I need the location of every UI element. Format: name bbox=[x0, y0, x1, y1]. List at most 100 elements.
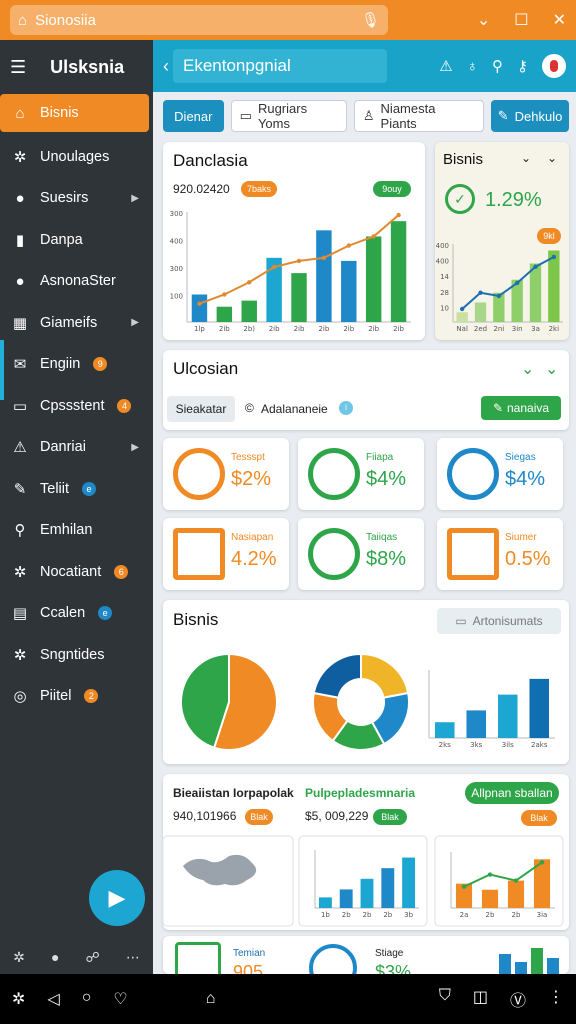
close-icon[interactable]: ✕ bbox=[553, 10, 566, 30]
x-tick-label: 2ib bbox=[318, 325, 329, 333]
kpi-tile[interactable]: Nasiapan 4.2% bbox=[163, 518, 289, 590]
sidebar-item-bisnis[interactable]: ⌂ Bisnis bbox=[0, 94, 149, 132]
trend-point bbox=[461, 884, 467, 889]
sidebar-item-engiin[interactable]: ✉ Engiin 9 bbox=[0, 344, 153, 386]
kpi-tile[interactable]: Fiiapa $4% bbox=[298, 438, 424, 510]
bar bbox=[547, 958, 559, 974]
y-tick-label: 400 bbox=[170, 238, 183, 246]
card-partial: Temian 905 Stiage $3% bbox=[163, 936, 569, 974]
v-icon[interactable]: Ⓥ bbox=[510, 987, 526, 1011]
kpi-tile[interactable]: Taiiqas $8% bbox=[298, 518, 424, 590]
kpi-value: 0.5% bbox=[505, 548, 551, 570]
bar bbox=[365, 236, 382, 322]
sidebar-item-ccalen[interactable]: ▤ Ccalen e bbox=[0, 593, 153, 635]
back-icon[interactable]: ◁ bbox=[47, 989, 59, 1009]
sidebar-item-danriai[interactable]: ⚠ Danriai ▶ bbox=[0, 427, 153, 469]
sidebar-item-emhilan[interactable]: ⚲ Emhilan bbox=[0, 510, 153, 552]
user-icon[interactable]: ♁ bbox=[467, 58, 478, 75]
gear-icon[interactable]: ✲ bbox=[13, 949, 25, 966]
server-icon bbox=[173, 528, 225, 580]
bar bbox=[191, 294, 208, 322]
search-icon[interactable]: ⚲ bbox=[492, 57, 503, 75]
tab-dehkulo[interactable]: ✎ Dehkulo bbox=[491, 100, 570, 132]
user-icon: ● bbox=[15, 272, 25, 290]
sidebar-item-sngntides[interactable]: ✲ Sngntides bbox=[0, 634, 153, 676]
trend-point bbox=[496, 293, 502, 299]
compass-icon: ◎ bbox=[13, 688, 27, 706]
count-badge: e bbox=[98, 606, 113, 621]
home-bar-icon[interactable]: ⌂ bbox=[206, 990, 216, 1008]
people-icon[interactable]: ☍ bbox=[86, 949, 100, 966]
home-icon[interactable]: ○ bbox=[82, 989, 92, 1009]
maximize-icon[interactable]: ☐ bbox=[514, 10, 528, 30]
url-bar[interactable]: ⌂ Sionosiia 🎙︎ bbox=[10, 5, 388, 35]
back-chevron-icon[interactable]: ‹ bbox=[163, 56, 169, 77]
sidebar: ☰ Ulsksnia ⌂ Bisnis ✲ Unoulages ● Suesirs ▶ ▮ Da… bbox=[0, 40, 153, 974]
x-tick-label: 2b bbox=[363, 911, 372, 919]
sidebar-item-label: Unoulages bbox=[40, 148, 110, 165]
kpi-label: Fiiapa bbox=[366, 452, 394, 463]
x-tick-label: 2b bbox=[512, 911, 521, 919]
trend-point bbox=[459, 306, 465, 312]
sidebar-item-unoulages[interactable]: ✲ Unoulages bbox=[0, 136, 153, 178]
chevron-down-icon[interactable]: ⌄ bbox=[521, 359, 534, 379]
tab-niamesta-piants[interactable]: ♙ Niamesta Piants bbox=[353, 100, 485, 132]
microphone-icon[interactable]: 🎙︎ bbox=[361, 11, 380, 29]
x-tick-label: 2ed bbox=[474, 325, 487, 333]
edit-icon: ✎ bbox=[13, 480, 27, 498]
page-title: Ekentonpgnial bbox=[183, 56, 291, 75]
bar-chart: 1lp 2ib 2b) 2ib 2ib 2ib 2ib 2ib 2ib 300 400 300 100 bbox=[170, 210, 411, 333]
settings-icon[interactable]: ✲ bbox=[12, 989, 25, 1009]
bar bbox=[466, 710, 487, 738]
count-badge: 4 bbox=[117, 398, 132, 413]
trend-point bbox=[371, 234, 376, 239]
header-title-box[interactable]: Ekentonpgnial bbox=[173, 49, 387, 83]
shield-icon[interactable]: ⛉ bbox=[439, 987, 451, 1011]
kpi-tile[interactable]: Tessspt $2% bbox=[163, 438, 289, 510]
sidebar-item-nocatiant[interactable]: ✲ Nocatiant 6 bbox=[0, 551, 153, 593]
kpi-value: 4.2% bbox=[231, 548, 277, 570]
chevron-down-icon[interactable]: ⌄ bbox=[477, 10, 490, 30]
section-ulcosian: Ulcosian ⌄ ⌄ Sieakatar © Adalananeie i ✎… bbox=[163, 350, 569, 430]
heart-icon[interactable]: ♡ bbox=[113, 989, 127, 1009]
more-vertical-icon[interactable]: ⋮ bbox=[548, 987, 564, 1011]
sidebar-item-cpssstent[interactable]: ▭ Cpssstent 4 bbox=[0, 385, 153, 427]
sidebar-item-asnonaster[interactable]: ● AsnonaSter bbox=[0, 261, 153, 303]
warning-icon[interactable]: ⚠ bbox=[439, 57, 452, 75]
sidebar-item-danpa[interactable]: ▮ Danpa bbox=[0, 219, 153, 261]
x-tick-label: 2ks bbox=[439, 741, 452, 749]
kpi-tile[interactable]: Siegas $4% bbox=[437, 438, 563, 510]
kpi-tile[interactable]: Siumer 0.5% bbox=[437, 518, 563, 590]
url-text: Sionosiia bbox=[35, 11, 96, 29]
more-icon[interactable]: ⋯ bbox=[126, 949, 140, 966]
play-button[interactable]: ▶ bbox=[89, 870, 145, 926]
count-badge: 6 bbox=[114, 564, 129, 579]
card-danclasia: Danclasia 920.02420 7baks 9ouy 1lp 2ib 2b)… bbox=[163, 142, 425, 340]
sidebar-item-teliit[interactable]: ✎ Teliit e bbox=[0, 468, 153, 510]
sidebar-item-label: Nocatiant bbox=[40, 563, 102, 580]
user-icon[interactable]: ● bbox=[51, 949, 59, 966]
bar-chart: Nal 2ed 2ni 3in 3a 2ki 400 400 14 28 10 bbox=[436, 242, 563, 333]
x-tick-label: 2ib bbox=[219, 325, 230, 333]
action-button[interactable]: ✎ nanaiva bbox=[481, 396, 561, 420]
avatar[interactable] bbox=[542, 54, 566, 78]
search-icon: ⚲ bbox=[14, 522, 26, 540]
sidebar-item-piitel[interactable]: ◎ Piitel 2 bbox=[0, 676, 153, 718]
tab-dienar[interactable]: Dienar bbox=[163, 100, 224, 132]
tab-rugriars-yoms[interactable]: ▭ Rugriars Yoms bbox=[230, 100, 347, 132]
x-tick-label: 3a bbox=[531, 325, 540, 333]
bar bbox=[241, 300, 257, 322]
bar bbox=[474, 302, 487, 322]
sidebar-item-label: Suesirs bbox=[40, 190, 89, 207]
sidebar-item-giameifs[interactable]: ▦ Giameifs ▶ bbox=[0, 302, 153, 344]
filter-chip[interactable]: Sieakatar bbox=[167, 396, 235, 422]
sidebar-header: ☰ Ulsksnia bbox=[0, 40, 153, 94]
sidebar-item-suesirs[interactable]: ● Suesirs ▶ bbox=[0, 178, 153, 220]
hamburger-menu-icon[interactable]: ☰ bbox=[10, 57, 26, 78]
trend-point bbox=[487, 872, 493, 877]
bookmark-icon[interactable]: ◫ bbox=[473, 987, 488, 1011]
chevron-down-icon[interactable]: ⌄ bbox=[545, 359, 558, 379]
y-tick-label: 300 bbox=[170, 265, 183, 273]
key-icon[interactable]: ⚷ bbox=[517, 57, 528, 75]
bar bbox=[402, 857, 416, 908]
